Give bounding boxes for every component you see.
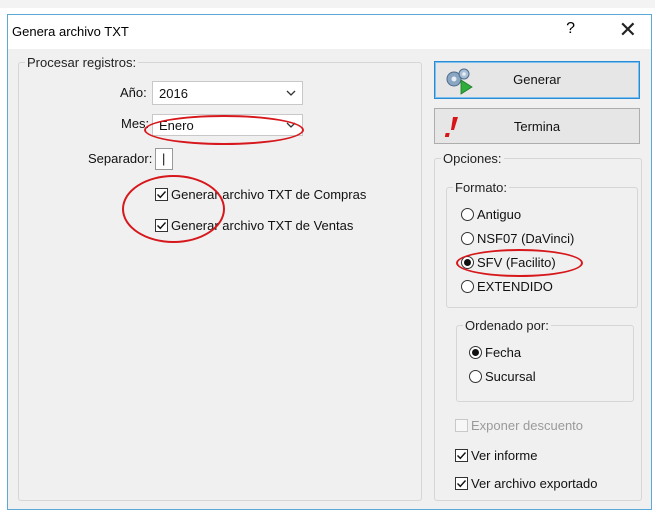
mes-select[interactable]: Enero	[152, 114, 303, 136]
chk-compras-box[interactable]	[155, 188, 168, 201]
radio-circle-selected[interactable]	[461, 256, 474, 269]
formato-legend: Formato:	[455, 180, 508, 195]
separador-value: |	[162, 151, 166, 166]
anio-select[interactable]: 2016	[152, 81, 303, 105]
chk-ver-informe-label: Ver informe	[471, 448, 538, 463]
chk-ver-informe[interactable]: Ver informe	[455, 448, 537, 463]
radio-extendido-label: EXTENDIDO	[477, 279, 553, 294]
title-bar: Genera archivo TXT ? ✕	[8, 15, 651, 49]
mes-value: Enero	[159, 118, 194, 133]
mes-label: Mes:	[121, 116, 150, 131]
chk-compras-label: Generar archivo TXT de Compras	[171, 187, 367, 202]
chk-compras[interactable]: Generar archivo TXT de Compras	[155, 187, 366, 202]
check-icon	[457, 480, 467, 488]
radio-dot	[472, 349, 479, 356]
radio-sucursal-label: Sucursal	[485, 369, 536, 384]
window-title: Genera archivo TXT	[12, 24, 129, 39]
ordenado-group: Ordenado por:	[456, 318, 634, 402]
chk-exponer-box[interactable]	[455, 419, 468, 432]
chk-ver-exportado-label: Ver archivo exportado	[471, 476, 598, 491]
generar-label: Generar	[513, 72, 561, 87]
termina-label: Termina	[513, 119, 561, 134]
chk-exponer-descuento[interactable]: Exponer descuento	[455, 418, 583, 433]
procesar-registros-legend: Procesar registros:	[27, 55, 137, 70]
radio-sucursal[interactable]: Sucursal	[469, 369, 536, 384]
chk-ventas-box[interactable]	[155, 219, 168, 232]
termina-button[interactable]: Termina	[434, 108, 640, 144]
check-icon	[157, 222, 167, 230]
radio-antiguo[interactable]: Antiguo	[461, 207, 521, 222]
dialog-window: Genera archivo TXT ? ✕ Procesar registro…	[7, 14, 652, 510]
radio-circle[interactable]	[461, 280, 474, 293]
anio-value: 2016	[159, 86, 188, 101]
chk-ventas-label: Generar archivo TXT de Ventas	[171, 218, 354, 233]
chk-ventas[interactable]: Generar archivo TXT de Ventas	[155, 218, 353, 233]
chevron-down-icon	[286, 122, 296, 128]
radio-sfv[interactable]: SFV (Facilito)	[461, 255, 556, 270]
radio-fecha[interactable]: Fecha	[469, 345, 521, 360]
chk-ver-exportado[interactable]: Ver archivo exportado	[455, 476, 597, 491]
radio-extendido[interactable]: EXTENDIDO	[461, 279, 553, 294]
radio-circle[interactable]	[461, 208, 474, 221]
radio-circle[interactable]	[469, 370, 482, 383]
chevron-down-icon	[286, 90, 296, 96]
background-app-strip	[0, 0, 655, 8]
opciones-legend: Opciones:	[443, 151, 502, 166]
radio-dot	[464, 259, 471, 266]
chk-ver-informe-box[interactable]	[455, 449, 468, 462]
radio-antiguo-label: Antiguo	[477, 207, 522, 222]
screenshot-frame: Genera archivo TXT ? ✕ Procesar registro…	[0, 0, 655, 515]
radio-circle[interactable]	[461, 232, 474, 245]
check-icon	[157, 191, 167, 199]
radio-fecha-label: Fecha	[485, 345, 522, 360]
check-icon	[457, 452, 467, 460]
radio-sfv-label: SFV (Facilito)	[477, 255, 556, 270]
separador-label: Separador:	[88, 151, 153, 166]
close-button[interactable]: ✕	[619, 17, 637, 43]
help-button[interactable]: ?	[566, 20, 575, 38]
separador-input[interactable]: |	[155, 148, 173, 170]
radio-nsf07[interactable]: NSF07 (DaVinci)	[461, 231, 574, 246]
radio-nsf07-label: NSF07 (DaVinci)	[477, 231, 575, 246]
generar-button[interactable]: Generar	[434, 61, 640, 99]
chk-ver-exportado-box[interactable]	[455, 477, 468, 490]
radio-circle-selected[interactable]	[469, 346, 482, 359]
anio-label: Año:	[120, 85, 147, 100]
chk-exponer-label: Exponer descuento	[471, 418, 584, 433]
ordenado-legend: Ordenado por:	[465, 318, 549, 333]
